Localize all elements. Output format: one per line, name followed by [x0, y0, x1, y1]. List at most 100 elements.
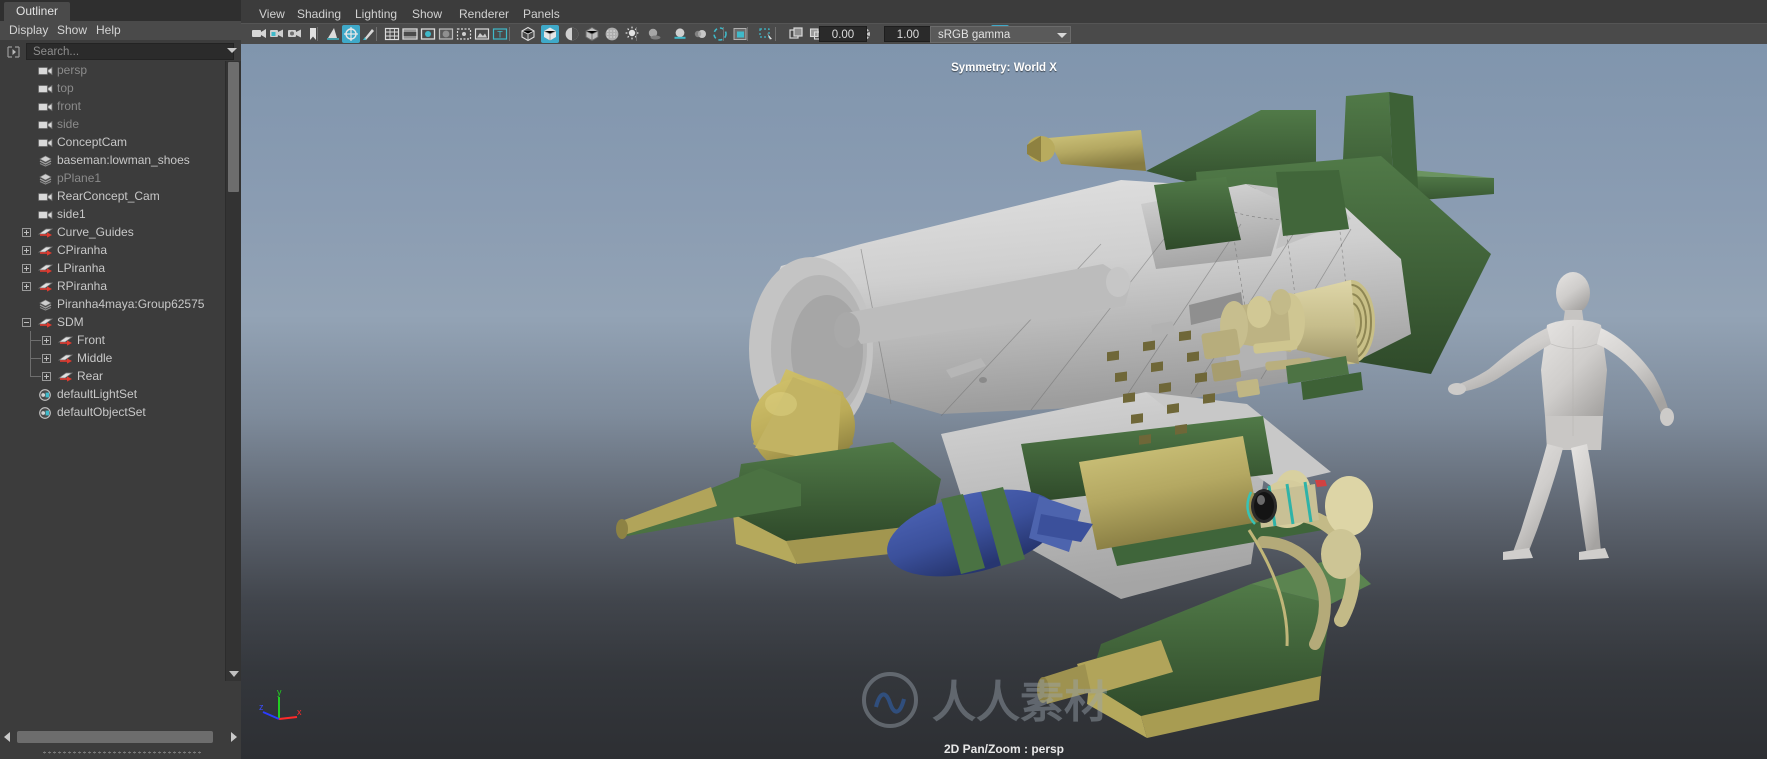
multisample-icon[interactable]: [711, 25, 729, 43]
menu-renderer[interactable]: Renderer: [453, 4, 515, 24]
scroll-right-arrow[interactable]: [231, 732, 237, 742]
wireframe-icon[interactable]: [519, 25, 537, 43]
twopoint-resolution-icon[interactable]: [342, 25, 360, 43]
reference-human-figure: [1448, 272, 1674, 560]
gamma-field[interactable]: 1.00: [884, 26, 932, 42]
outliner-item-pplane1[interactable]: pPlane1: [0, 169, 224, 187]
search-input[interactable]: Search...: [26, 43, 234, 60]
collapse-icon[interactable]: [22, 318, 31, 327]
outliner-item-label: side: [57, 117, 80, 131]
outliner-item-defaultlightset[interactable]: defaultLightSet: [0, 385, 224, 403]
expand-icon[interactable]: [42, 354, 51, 363]
outliner-item-conceptcam[interactable]: ConceptCam: [0, 133, 224, 151]
set-icon: [38, 388, 53, 401]
transform-icon: [57, 334, 74, 346]
outliner-vertical-scrollbar[interactable]: [225, 61, 241, 681]
expand-icon[interactable]: [22, 246, 31, 255]
flat-shade-icon[interactable]: [563, 25, 581, 43]
camera-attributes-icon[interactable]: [286, 25, 304, 43]
outliner-item-baseman-lowman-shoes[interactable]: baseman:lowman_shoes: [0, 151, 224, 169]
search-placeholder: Search...: [33, 46, 80, 58]
toolbar-separator: [723, 27, 724, 41]
transform-icon: [37, 280, 54, 292]
outliner-item-sdm[interactable]: SDM: [0, 313, 224, 331]
smooth-shade-icon[interactable]: [541, 25, 559, 43]
camera-icon: [38, 100, 53, 112]
chevron-down-icon: [1057, 33, 1067, 38]
viewport-render: [616, 92, 1674, 738]
scroll-left-arrow[interactable]: [4, 732, 10, 742]
ambient-occlusion-icon[interactable]: [671, 25, 689, 43]
bookmark-icon[interactable]: [304, 25, 322, 43]
camera-icon: [38, 136, 53, 148]
expand-icon[interactable]: [22, 282, 31, 291]
outliner-item-front[interactable]: front: [0, 97, 224, 115]
menu-shading[interactable]: Shading: [291, 4, 347, 24]
use-lights-icon[interactable]: [623, 25, 641, 43]
xray-icon[interactable]: [787, 25, 805, 43]
toolbar-separator: [509, 27, 510, 41]
scroll-thumb[interactable]: [228, 62, 239, 192]
menu-show[interactable]: Show: [406, 4, 448, 24]
outliner-item-side1[interactable]: side1: [0, 205, 224, 223]
outliner-item-rpiranha[interactable]: RPiranha: [0, 277, 224, 295]
outliner-item-rear[interactable]: Rear: [0, 367, 224, 385]
outliner-item-curve-guides[interactable]: Curve_Guides: [0, 223, 224, 241]
search-icon: [6, 45, 22, 59]
lock-camera-icon[interactable]: [268, 25, 286, 43]
outliner-item-cpiranha[interactable]: CPiranha: [0, 241, 224, 259]
image-plane-icon[interactable]: [324, 25, 342, 43]
chevron-down-icon[interactable]: [227, 48, 237, 53]
outliner-item-label: Middle: [77, 351, 113, 365]
hscroll-thumb[interactable]: [17, 731, 213, 743]
expand-icon[interactable]: [42, 336, 51, 345]
texture-icon[interactable]: [603, 25, 621, 43]
outliner-item-top[interactable]: top: [0, 79, 224, 97]
resolution-gate-icon[interactable]: [419, 25, 437, 43]
svg-text:T: T: [497, 30, 503, 40]
menu-show[interactable]: Show: [52, 21, 92, 40]
select-camera-icon[interactable]: [250, 25, 268, 43]
outliner-item-front[interactable]: Front: [0, 331, 224, 349]
outliner-item-lpiranha[interactable]: LPiranha: [0, 259, 224, 277]
motion-blur-icon[interactable]: [691, 25, 709, 43]
toolbar-separator: [636, 27, 637, 41]
panel-resize-grip[interactable]: [42, 751, 202, 754]
shaded-wireframe-icon[interactable]: [583, 25, 601, 43]
outliner-tree[interactable]: persp top front side ConceptCam baseman:lowma…: [0, 61, 224, 681]
toolbar-separator: [775, 27, 776, 41]
outliner-item-persp[interactable]: persp: [0, 61, 224, 79]
3d-viewport[interactable]: Symmetry: World X y x z 人人素材 2D Pan/Zoom…: [241, 44, 1767, 759]
safe-action-icon[interactable]: [473, 25, 491, 43]
outliner-item-label: baseman:lowman_shoes: [57, 153, 190, 167]
outliner-item-defaultobjectset[interactable]: defaultObjectSet: [0, 403, 224, 421]
expand-icon[interactable]: [22, 264, 31, 273]
tree-line-vertical: [30, 367, 31, 376]
outliner-item-piranha4maya-group62575[interactable]: Piranha4maya:Group62575: [0, 295, 224, 313]
film-gate-icon[interactable]: [401, 25, 419, 43]
menu-lighting[interactable]: Lighting: [349, 4, 403, 24]
outliner-item-rearconcept-cam[interactable]: RearConcept_Cam: [0, 187, 224, 205]
menu-view[interactable]: View: [253, 4, 291, 24]
outliner-item-label: Piranha4maya:Group62575: [57, 297, 205, 311]
expand-icon[interactable]: [42, 372, 51, 381]
xray-select-icon[interactable]: [757, 25, 775, 43]
safe-title-icon[interactable]: T: [491, 25, 509, 43]
outliner-horizontal-scrollbar[interactable]: [0, 729, 241, 745]
outliner-item-side[interactable]: side: [0, 115, 224, 133]
scroll-down-arrow[interactable]: [229, 671, 239, 677]
menu-panels[interactable]: Panels: [517, 4, 566, 24]
expand-icon[interactable]: [22, 228, 31, 237]
exposure-field[interactable]: 0.00: [819, 26, 867, 42]
field-chart-icon[interactable]: [455, 25, 473, 43]
color-profile-dropdown[interactable]: sRGB gamma: [930, 26, 1071, 43]
menu-display[interactable]: Display: [4, 21, 53, 40]
menu-help[interactable]: Help: [91, 21, 126, 40]
outliner-item-middle[interactable]: Middle: [0, 349, 224, 367]
outliner-item-label: Rear: [77, 369, 104, 383]
outliner-item-label: defaultObjectSet: [57, 405, 146, 419]
grid-icon[interactable]: [383, 25, 401, 43]
tab-outliner[interactable]: Outliner: [4, 2, 71, 21]
gate-mask-icon[interactable]: [437, 25, 455, 43]
shadows-icon[interactable]: [645, 25, 663, 43]
